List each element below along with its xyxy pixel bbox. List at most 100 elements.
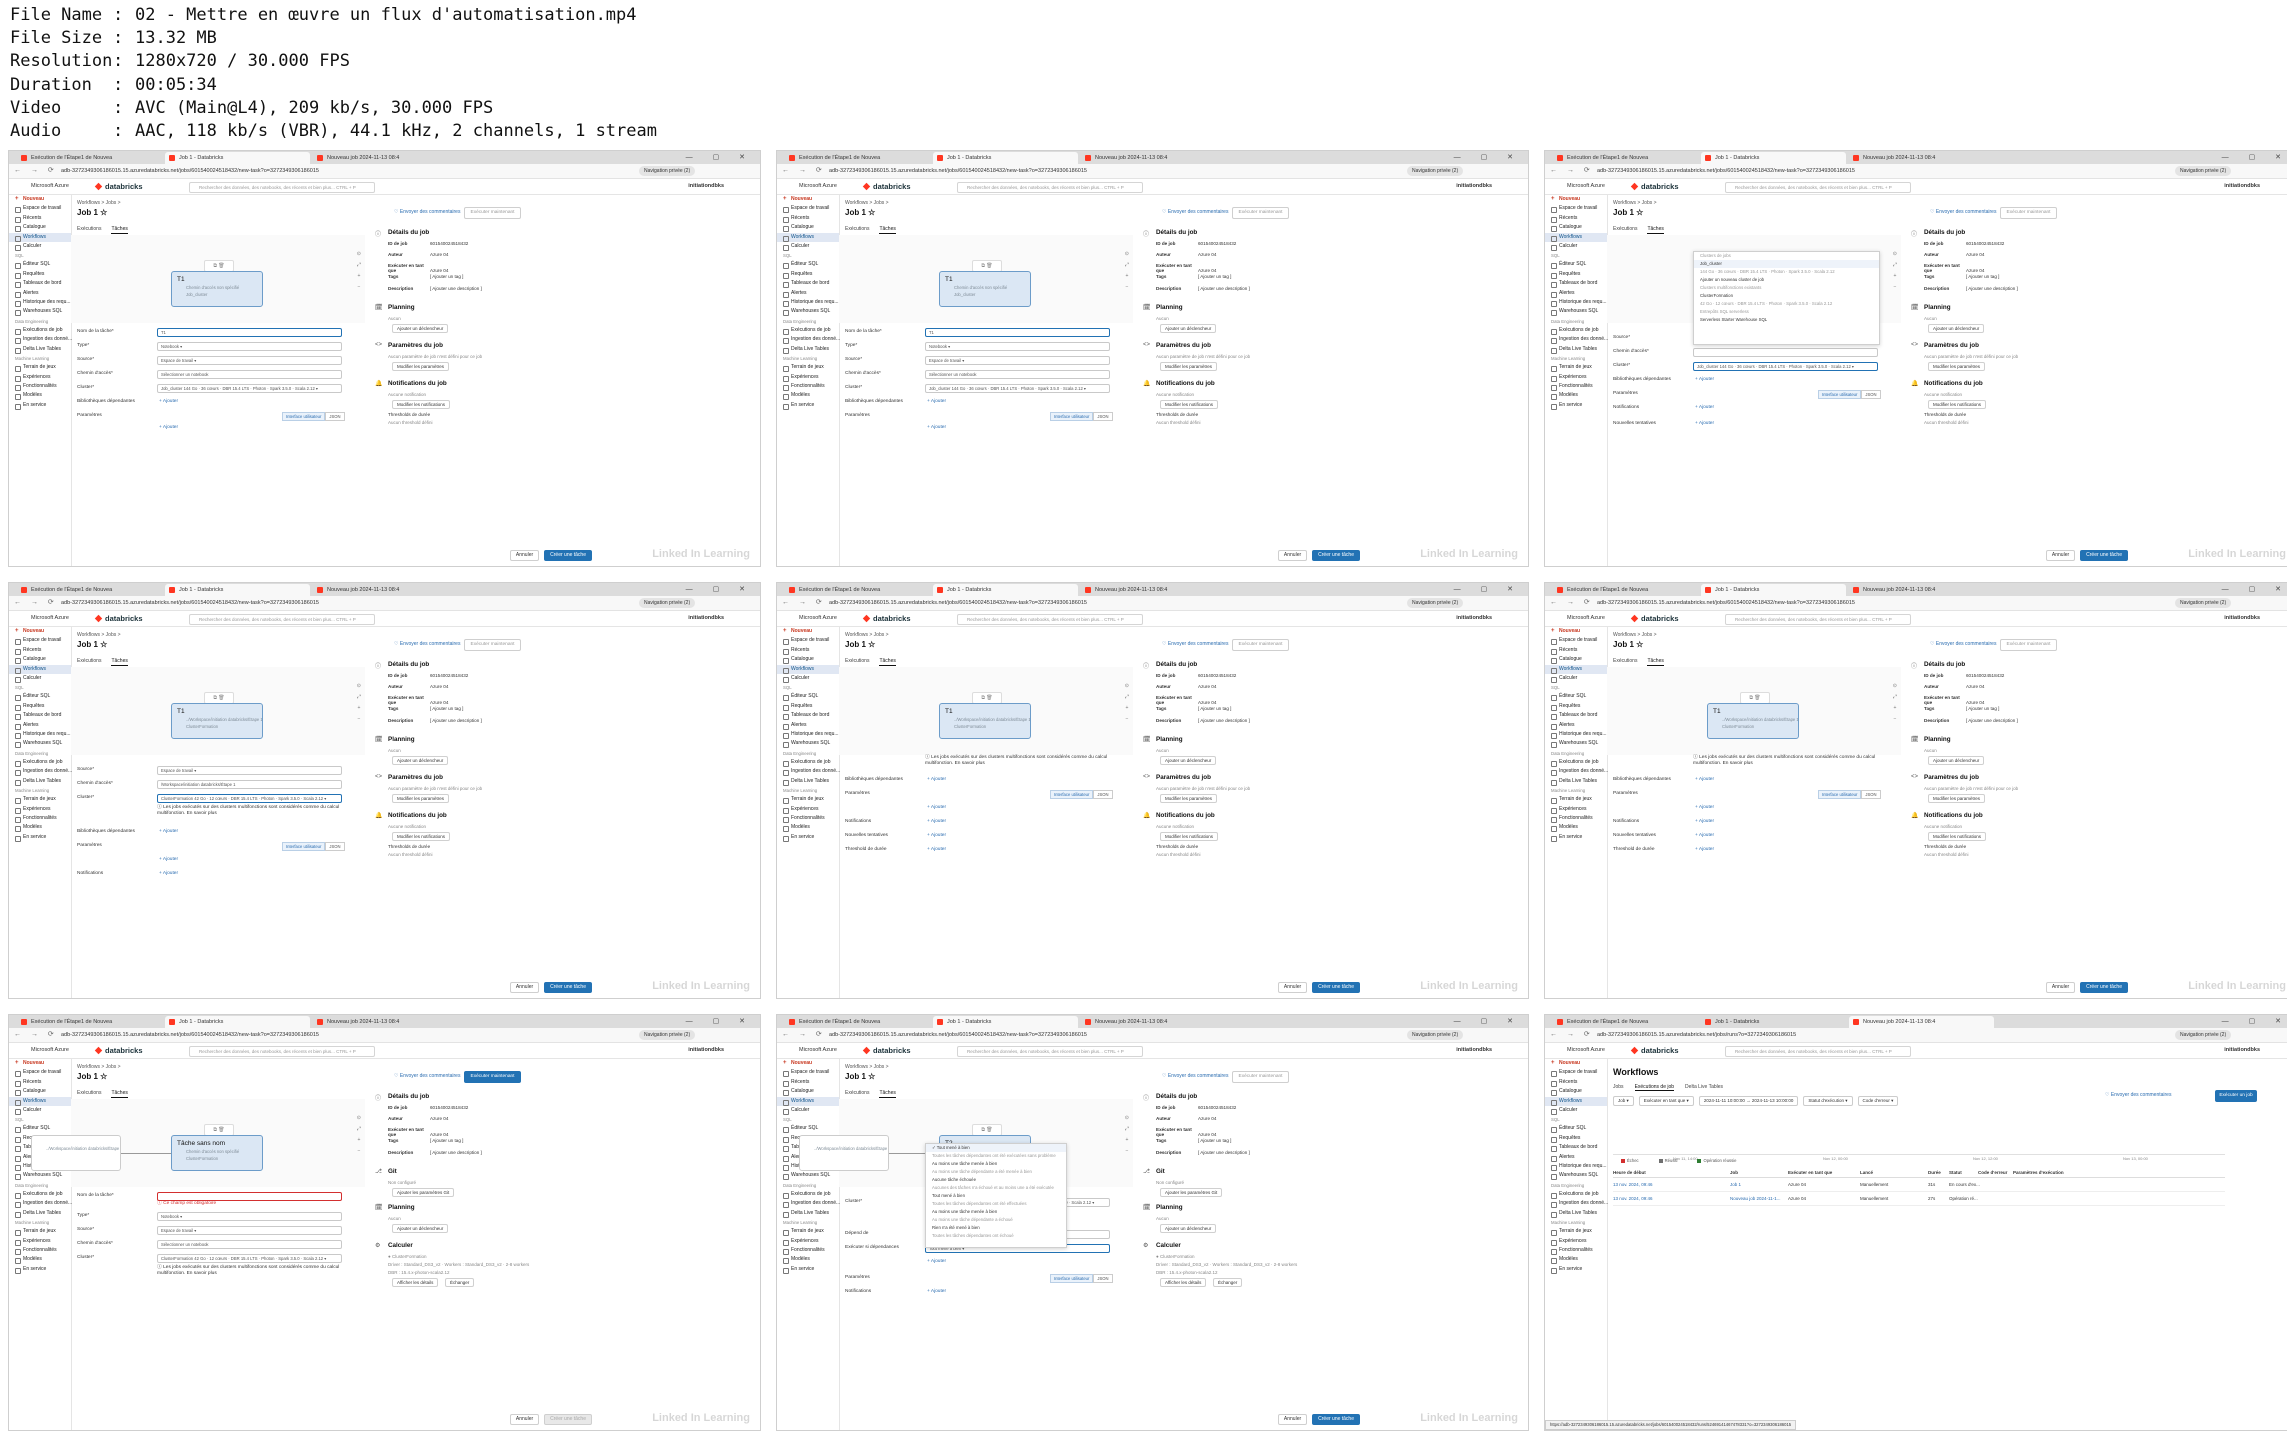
sidebar-item[interactable]: Tableaux de bord (1545, 279, 1607, 289)
task-source-select[interactable]: Espace de travail ▾ (925, 356, 1110, 365)
sidebar-item[interactable]: Workflows (777, 232, 839, 243)
sidebar-item[interactable]: Exécutions de job (1545, 1190, 1607, 1200)
run-now-button[interactable]: Exécuter maintenant (1232, 207, 1289, 219)
task-source-select[interactable]: Espace de travail ▾ (157, 766, 342, 775)
add-trigger-button[interactable]: Ajouter un déclencheur (1160, 324, 1217, 333)
sidebar-item[interactable]: Catalogue (777, 1087, 839, 1097)
global-search-input[interactable]: Rechercher des données, des notebooks, d… (957, 614, 1143, 625)
tab-tasks[interactable]: Tâches (879, 1090, 896, 1098)
add-param-link[interactable]: + Ajouter (159, 423, 178, 433)
sidebar-item[interactable]: Requêtes (9, 702, 71, 712)
sidebar-item[interactable]: Ingestion des donné... (1545, 1199, 1608, 1209)
nav-buttons[interactable]: ← → ⟳ (782, 596, 826, 610)
url-field[interactable]: adb-3272349306186015.15.azuredatabricks.… (1597, 598, 2037, 608)
sidebar-item[interactable]: Catalogue (1545, 655, 1607, 665)
sidebar-item[interactable]: Delta Live Tables (9, 345, 71, 355)
sidebar-item[interactable]: Catalogue (1545, 223, 1607, 233)
add-description-button[interactable]: [ Ajouter une description ] (1966, 718, 2018, 723)
sidebar-item[interactable]: Calculer (9, 674, 71, 684)
sidebar-item[interactable]: Modèles (9, 1255, 71, 1265)
sidebar-item[interactable]: Modèles (1545, 1255, 1607, 1265)
show-details-button[interactable]: Afficher les détails (392, 1278, 439, 1287)
task-node[interactable]: T1Chemin d'accès non spécifié Job_cluster (171, 271, 263, 307)
params-mode-toggle[interactable]: Interface utilisateur JSON (1050, 790, 1113, 799)
browser-tab[interactable]: Exécution de l'Étape1 de Nouvea (785, 1016, 930, 1028)
global-search-input[interactable]: Rechercher des données, des notebooks, d… (189, 614, 375, 625)
window-controls[interactable]: — ▢ ✕ (2222, 1015, 2287, 1028)
feedback-link[interactable]: ♡ Envoyer des commentaires (1162, 209, 1228, 215)
add-trigger-button[interactable]: Ajouter un déclencheur (1160, 1224, 1217, 1233)
sidebar-item[interactable]: Alertes (777, 721, 839, 731)
sidebar-item[interactable]: Delta Live Tables (9, 1209, 71, 1219)
json-mode-option[interactable]: JSON (1861, 390, 1881, 399)
json-mode-option[interactable]: JSON (1093, 1274, 1113, 1283)
browser-tab[interactable]: Job 1 - Databricks (1701, 584, 1846, 596)
sidebar-item[interactable]: Modèles (9, 823, 71, 833)
sidebar-item[interactable]: Éditeur SQL (1545, 260, 1607, 270)
edit-notifications-button[interactable]: Modifier les notifications (1928, 400, 1987, 409)
sidebar-item[interactable]: Warehouses SQL (1545, 307, 1607, 317)
tab-tasks[interactable]: Tâches (879, 658, 896, 666)
sidebar-item[interactable]: Modèles (777, 391, 839, 401)
run-if-option[interactable]: Aucune tâche échouée (926, 1176, 1066, 1184)
run-if-option[interactable]: Rien n'a été mené à bien (926, 1224, 1066, 1232)
add-library-link[interactable]: + Ajouter (927, 397, 946, 407)
sidebar-item[interactable]: En service (1545, 401, 1607, 411)
create-task-button[interactable]: Créer une tâche (544, 550, 592, 561)
swap-button[interactable]: Échanger (1213, 1278, 1243, 1287)
sidebar-item[interactable]: Terrain de jeux (9, 1227, 71, 1237)
sidebar-item[interactable]: Ingestion des donné... (777, 767, 840, 777)
sidebar-item[interactable]: Ingestion des donné... (1545, 335, 1608, 345)
sidebar-item[interactable]: Delta Live Tables (9, 777, 71, 787)
task-node[interactable]: T1 ../Workspace/initiation databricks/Éta… (939, 703, 1031, 739)
add-retry-link[interactable]: + Ajouter (1695, 419, 1714, 429)
table-cell[interactable]: Nouveau job 2024-11-1... (1730, 1192, 1780, 1205)
global-search-input[interactable]: Rechercher des données, des notebooks, d… (957, 182, 1143, 193)
add-tag-button[interactable]: [ Ajouter un tag ] (430, 1138, 463, 1143)
sidebar-item[interactable]: Requêtes (777, 702, 839, 712)
add-param-link[interactable]: + Ajouter (1695, 803, 1714, 813)
feedback-link[interactable]: ♡ Envoyer des commentaires (394, 641, 460, 647)
git-settings-button[interactable]: Ajouter les paramètres Git (1160, 1188, 1223, 1197)
sidebar-item[interactable]: Alertes (9, 721, 71, 731)
params-mode-toggle[interactable]: Interface utilisateur JSON (1050, 412, 1113, 421)
sidebar-item[interactable]: Delta Live Tables (1545, 345, 1607, 355)
sidebar-item[interactable]: Terrain de jeux (1545, 795, 1607, 805)
nav-buttons[interactable]: ← → ⟳ (1550, 164, 1594, 178)
sidebar-item[interactable]: Catalogue (777, 655, 839, 665)
cancel-button[interactable]: Annuler (509, 550, 540, 561)
browser-tab[interactable]: Exécution de l'Étape1 de Nouvea (1553, 152, 1698, 164)
browser-tab[interactable]: Exécution de l'Étape1 de Nouvea (1553, 1016, 1698, 1028)
sidebar-item[interactable]: Historique des requ... (1545, 298, 1607, 308)
add-trigger-button[interactable]: Ajouter un déclencheur (392, 1224, 449, 1233)
task-type-select[interactable]: Notebook ▾ (157, 1212, 342, 1221)
sidebar-item[interactable]: Workflows (9, 1096, 71, 1107)
sidebar-item[interactable]: Calculer (1545, 242, 1607, 252)
sidebar-item[interactable]: Espace de travail (777, 1068, 839, 1078)
edit-params-button[interactable]: Modifier les paramètres (392, 362, 450, 371)
task-path-input[interactable] (1693, 348, 1878, 357)
add-trigger-button[interactable]: Ajouter un déclencheur (1160, 756, 1217, 765)
browser-tab[interactable]: Job 1 - Databricks (165, 584, 310, 596)
sidebar-item[interactable]: Calculer (9, 242, 71, 252)
edit-notifications-button[interactable]: Modifier les notifications (1928, 832, 1987, 841)
table-cell[interactable]: Job 1 (1730, 1178, 1741, 1191)
sidebar-item[interactable]: Expériences (777, 373, 839, 382)
databricks-logo[interactable]: databricks (95, 611, 143, 626)
task-node[interactable]: T1Chemin d'accès non spécifié Job_cluster (939, 271, 1031, 307)
workspace-selector[interactable]: initiationdbks (2224, 1043, 2260, 1058)
task-node[interactable]: T1 ../Workspace/initiation databricks/Éta… (1707, 703, 1799, 739)
sidebar-item[interactable]: Expériences (777, 805, 839, 814)
tab-runs[interactable]: Exécutions (77, 226, 101, 232)
sidebar-item[interactable]: Delta Live Tables (777, 345, 839, 355)
sidebar-item[interactable]: Récents (777, 214, 839, 224)
workspace-selector[interactable]: initiationdbks (688, 611, 724, 626)
task-path-input[interactable]: /Workspace/initiation databricks/Étape 1 (157, 780, 342, 789)
add-trigger-button[interactable]: Ajouter un déclencheur (1928, 324, 1985, 333)
databricks-logo[interactable]: databricks (95, 179, 143, 194)
global-search-input[interactable]: Rechercher des données, des notebooks, d… (1725, 1046, 1911, 1057)
task-node-previous[interactable]: ../Workspace/initiation databricks/Étape… (31, 1135, 121, 1171)
browser-tab[interactable]: Nouveau job 2024-11-13 08:4 (313, 152, 458, 164)
nav-buttons[interactable]: ← → ⟳ (14, 164, 58, 178)
tab-runs[interactable]: Exécutions (845, 1090, 869, 1096)
